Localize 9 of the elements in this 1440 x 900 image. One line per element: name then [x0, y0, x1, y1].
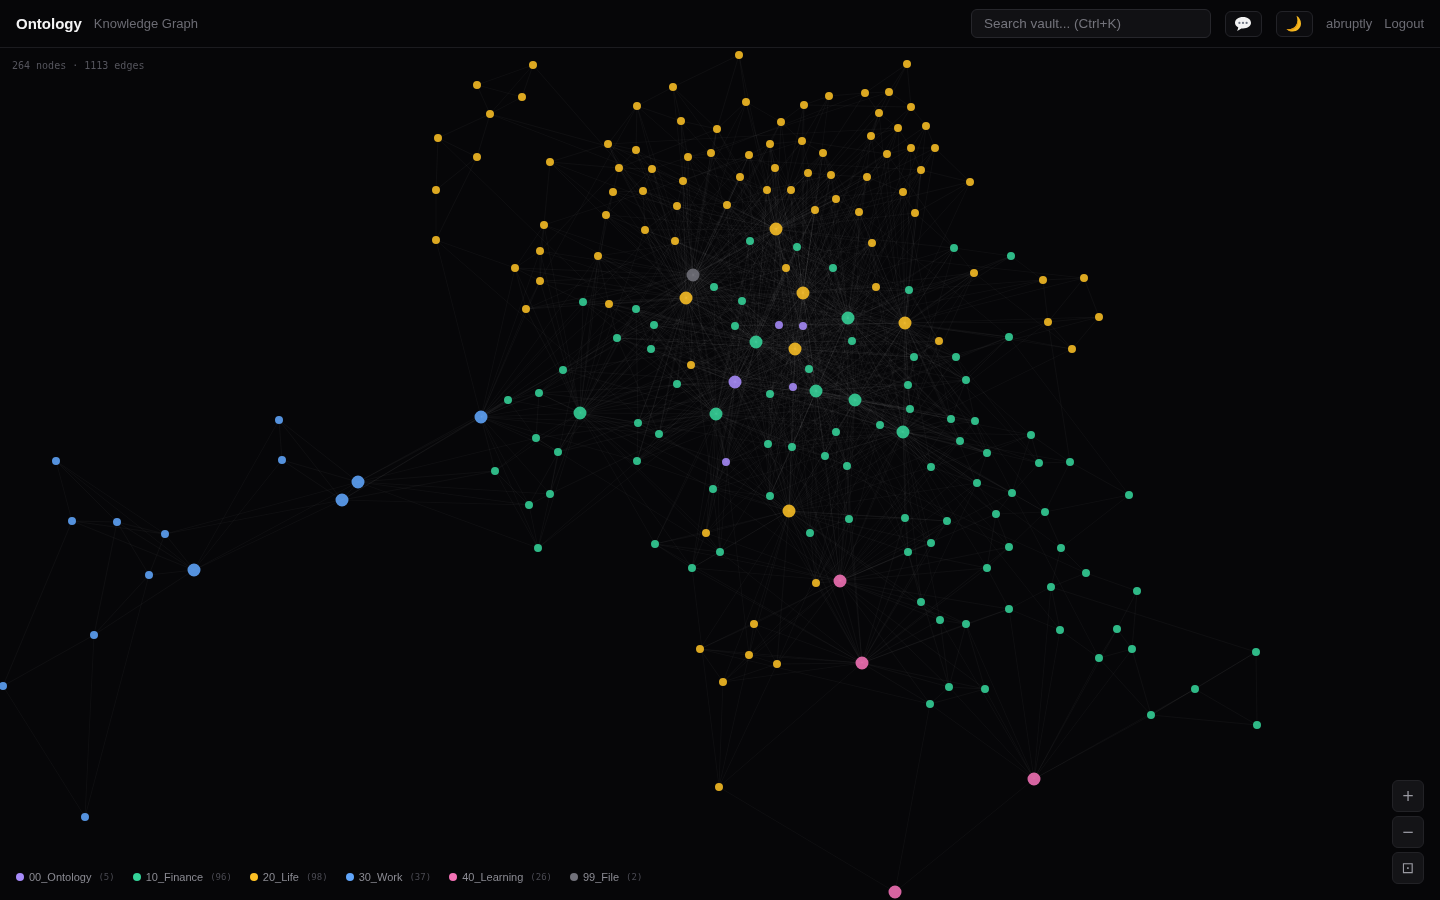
logout-link[interactable]: Logout [1384, 16, 1424, 31]
username: abruptly [1326, 16, 1373, 31]
speech-bubble-icon [1234, 15, 1253, 32]
chat-button[interactable] [1225, 10, 1262, 37]
page-subtitle: Knowledge Graph [93, 16, 198, 31]
moon-icon [1286, 15, 1303, 32]
search-field[interactable]: Search vault... (Ctrl+K) [971, 9, 1211, 38]
app-title: Ontology [16, 15, 82, 32]
theme-toggle-button[interactable] [1276, 10, 1313, 37]
